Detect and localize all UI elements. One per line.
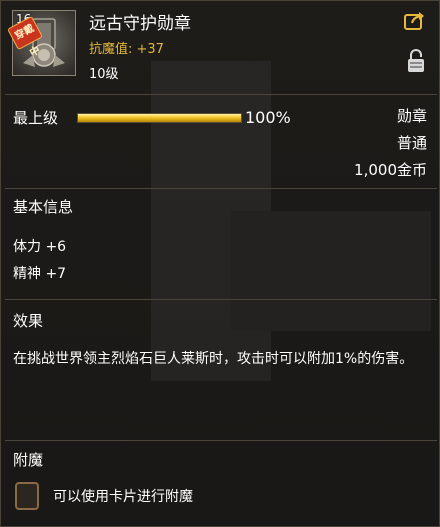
lock-button[interactable] — [406, 49, 426, 73]
effect-description: 在挑战世界领主烈焰石巨人莱斯时，攻击时可以附加1%的伤害。 — [13, 351, 414, 367]
enchant-title: 附魔 — [13, 451, 44, 469]
divider — [5, 299, 437, 300]
share-button[interactable] — [404, 11, 426, 31]
grade-bar — [77, 113, 242, 123]
tooltip-header: 16 穿戴中 远古守护勋章 抗魔值: +37 10级 — [1, 1, 439, 91]
item-type: 勋章 — [396, 107, 427, 125]
divider — [5, 94, 437, 95]
item-icon: 16 穿戴中 — [7, 10, 76, 76]
effect-title: 效果 — [13, 312, 44, 330]
lock-icon — [408, 49, 424, 72]
divider — [5, 188, 437, 189]
enchant-card-slot[interactable] — [15, 482, 39, 510]
enchant-slot-text: 可以使用卡片进行附魔 — [53, 489, 193, 505]
magic-resist-stat: 抗魔值: +37 — [89, 42, 164, 57]
stat-vitality: 体力 +6 — [13, 239, 67, 255]
grade-bar-fill — [78, 114, 241, 122]
item-price: 1,000金币 — [354, 161, 427, 179]
share-icon — [404, 12, 424, 30]
grade-percent: 100% — [245, 108, 291, 127]
grade-label: 最上级 — [13, 109, 59, 127]
divider — [5, 440, 437, 441]
item-level: 10级 — [89, 67, 119, 82]
item-rarity: 普通 — [396, 134, 427, 152]
item-name: 远古守护勋章 — [89, 14, 191, 34]
item-tooltip: 16 穿戴中 远古守护勋章 抗魔值: +37 10级 最上级 100% 勋章 — [0, 0, 440, 527]
basic-info-title: 基本信息 — [13, 198, 74, 216]
stat-spirit: 精神 +7 — [13, 266, 67, 282]
